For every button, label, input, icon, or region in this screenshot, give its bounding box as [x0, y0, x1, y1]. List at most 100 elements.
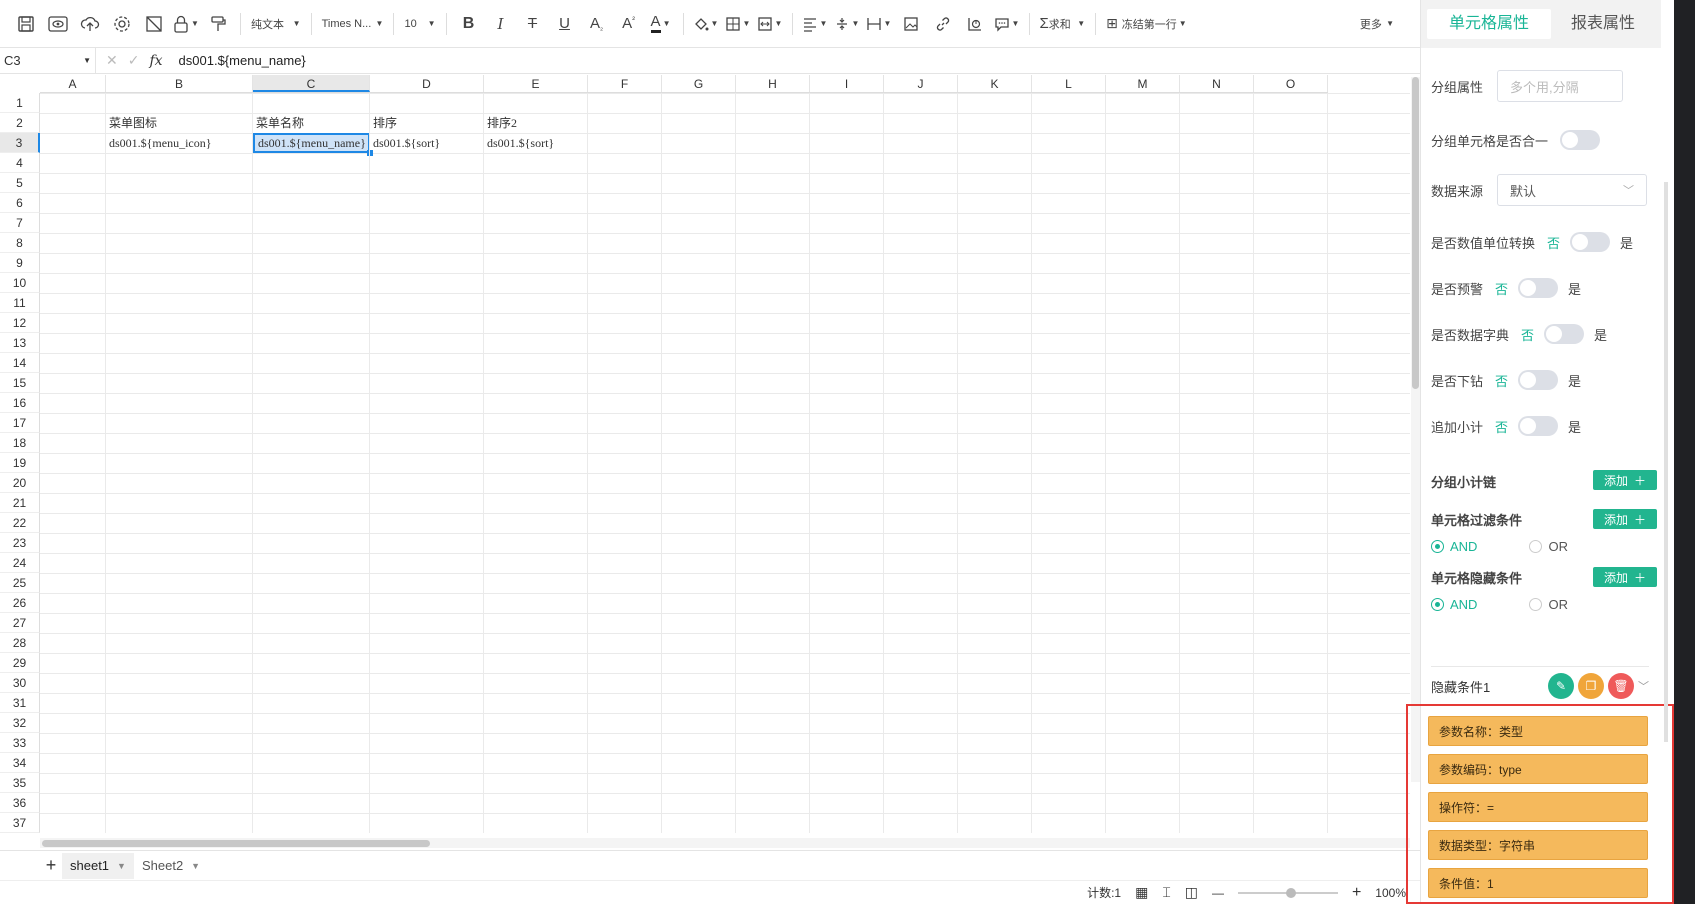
- upload-cloud-icon[interactable]: [74, 9, 106, 39]
- row-header-4[interactable]: 4: [0, 153, 40, 173]
- column-header-g[interactable]: G: [662, 75, 736, 92]
- italic-icon[interactable]: I: [485, 9, 517, 39]
- font-family-select[interactable]: Times N... ▼: [318, 9, 388, 39]
- add-hide-condition-button[interactable]: 添加 ＋: [1593, 567, 1657, 587]
- link-icon[interactable]: [927, 9, 959, 39]
- preview-eye-icon[interactable]: [42, 9, 74, 39]
- cell-b2[interactable]: 菜单图标: [106, 113, 253, 133]
- cell-reference-box[interactable]: C3 ▼: [0, 47, 96, 74]
- row-header-28[interactable]: 28: [0, 633, 40, 653]
- add-filter-button[interactable]: 添加 ＋: [1593, 509, 1657, 529]
- vertical-scrollbar[interactable]: [1411, 77, 1420, 782]
- freeze-button[interactable]: ⊞ 冻结第一行 ▼: [1102, 9, 1191, 39]
- delete-icon[interactable]: 🗑: [1608, 673, 1634, 699]
- and-radio[interactable]: [1431, 598, 1444, 611]
- row-header-32[interactable]: 32: [0, 713, 40, 733]
- drilldown-toggle[interactable]: [1518, 370, 1559, 390]
- row-header-30[interactable]: 30: [0, 673, 40, 693]
- save-icon[interactable]: [10, 9, 42, 39]
- row-header-14[interactable]: 14: [0, 353, 40, 373]
- column-header-j[interactable]: J: [884, 75, 958, 92]
- strikethrough-icon[interactable]: T: [517, 9, 549, 39]
- column-header-e[interactable]: E: [484, 75, 588, 92]
- row-header-29[interactable]: 29: [0, 653, 40, 673]
- cell-d2[interactable]: 排序: [370, 113, 484, 133]
- bold-icon[interactable]: B: [453, 9, 485, 39]
- row-header-8[interactable]: 8: [0, 233, 40, 253]
- column-header-h[interactable]: H: [736, 75, 810, 92]
- row-header-1[interactable]: 1: [0, 93, 40, 113]
- chart-icon[interactable]: [959, 9, 991, 39]
- cell-d3[interactable]: ds001.${sort}: [370, 133, 484, 153]
- column-header-c[interactable]: C: [253, 75, 370, 92]
- superscript-icon[interactable]: A²: [613, 9, 645, 39]
- cancel-x-icon[interactable]: ✕: [106, 52, 118, 69]
- row-header-33[interactable]: 33: [0, 733, 40, 753]
- chevron-down-icon[interactable]: ▼: [117, 861, 126, 871]
- clear-format-icon[interactable]: [138, 9, 170, 39]
- group-attr-input[interactable]: 多个用,分隔: [1497, 70, 1623, 102]
- insert-image-icon[interactable]: [895, 9, 927, 39]
- cell-area[interactable]: 菜单图标 菜单名称 排序 排序2 ds001.${menu_icon} ds00…: [40, 93, 1410, 833]
- column-header-f[interactable]: F: [588, 75, 662, 92]
- font-color-icon[interactable]: A ▼: [645, 9, 677, 39]
- panel-scrollbar[interactable]: [1664, 182, 1668, 742]
- column-header-d[interactable]: D: [370, 75, 484, 92]
- row-header-6[interactable]: 6: [0, 193, 40, 213]
- unit-conversion-toggle[interactable]: [1570, 232, 1611, 252]
- copy-icon[interactable]: ❐: [1578, 673, 1604, 699]
- row-header-27[interactable]: 27: [0, 613, 40, 633]
- row-header-15[interactable]: 15: [0, 373, 40, 393]
- column-header-b[interactable]: B: [106, 75, 253, 92]
- tab-cell-properties[interactable]: 单元格属性: [1427, 9, 1551, 39]
- row-header-2[interactable]: 2: [0, 113, 40, 133]
- page-layout-view-icon[interactable]: ◫: [1185, 884, 1198, 901]
- row-header-3[interactable]: 3: [0, 133, 40, 153]
- horizontal-scroll-thumb[interactable]: [42, 840, 430, 847]
- and-radio[interactable]: [1431, 540, 1444, 553]
- align-left-icon[interactable]: ▼: [799, 9, 831, 39]
- column-header-l[interactable]: L: [1032, 75, 1106, 92]
- normal-view-icon[interactable]: ▦: [1135, 884, 1148, 901]
- tab-report-properties[interactable]: 报表属性: [1551, 9, 1655, 39]
- cell-c2[interactable]: 菜单名称: [253, 113, 370, 133]
- sheet-tab-sheet1[interactable]: sheet1 ▼: [62, 852, 134, 879]
- add-subtotal-button[interactable]: 添加 ＋: [1593, 470, 1657, 490]
- fill-color-icon[interactable]: ▼: [690, 9, 722, 39]
- zoom-slider-knob[interactable]: [1285, 887, 1296, 898]
- row-header-37[interactable]: 37: [0, 813, 40, 833]
- sheet-tab-sheet2[interactable]: Sheet2 ▼: [134, 853, 208, 879]
- text-type-select[interactable]: 纯文本 ▼: [247, 9, 305, 39]
- row-header-23[interactable]: 23: [0, 533, 40, 553]
- column-header-o[interactable]: O: [1254, 75, 1328, 92]
- row-header-11[interactable]: 11: [0, 293, 40, 313]
- row-header-24[interactable]: 24: [0, 553, 40, 573]
- more-button[interactable]: 更多 ▼: [1356, 9, 1398, 39]
- row-header-17[interactable]: 17: [0, 413, 40, 433]
- zoom-out-button[interactable]: —: [1212, 886, 1224, 900]
- valign-middle-icon[interactable]: ▼: [831, 9, 863, 39]
- datasource-select[interactable]: 默认 ﹀: [1497, 174, 1647, 206]
- row-header-35[interactable]: 35: [0, 773, 40, 793]
- or-radio[interactable]: [1529, 540, 1543, 553]
- cell-c3-selected[interactable]: ds001.${menu_name}: [253, 133, 370, 153]
- row-header-22[interactable]: 22: [0, 513, 40, 533]
- chevron-down-icon[interactable]: ﹀: [1638, 678, 1649, 694]
- cell-b3[interactable]: ds001.${menu_icon}: [106, 133, 253, 153]
- page-break-view-icon[interactable]: ⌶: [1162, 884, 1170, 901]
- row-header-7[interactable]: 7: [0, 213, 40, 233]
- row-header-20[interactable]: 20: [0, 473, 40, 493]
- text-wrap-icon[interactable]: ▼: [863, 9, 895, 39]
- sum-button[interactable]: Σ 求和 ▼: [1036, 9, 1090, 39]
- font-size-select[interactable]: 10 ▼: [400, 9, 439, 39]
- merge-toggle[interactable]: [1560, 130, 1601, 150]
- column-header-m[interactable]: M: [1106, 75, 1180, 92]
- comment-icon[interactable]: ▼: [991, 9, 1023, 39]
- zoom-slider[interactable]: [1237, 887, 1338, 898]
- row-header-13[interactable]: 13: [0, 333, 40, 353]
- cell-e3[interactable]: ds001.${sort}: [484, 133, 588, 153]
- row-header-9[interactable]: 9: [0, 253, 40, 273]
- chevron-down-icon[interactable]: ▼: [191, 861, 200, 871]
- column-header-n[interactable]: N: [1180, 75, 1254, 92]
- row-header-31[interactable]: 31: [0, 693, 40, 713]
